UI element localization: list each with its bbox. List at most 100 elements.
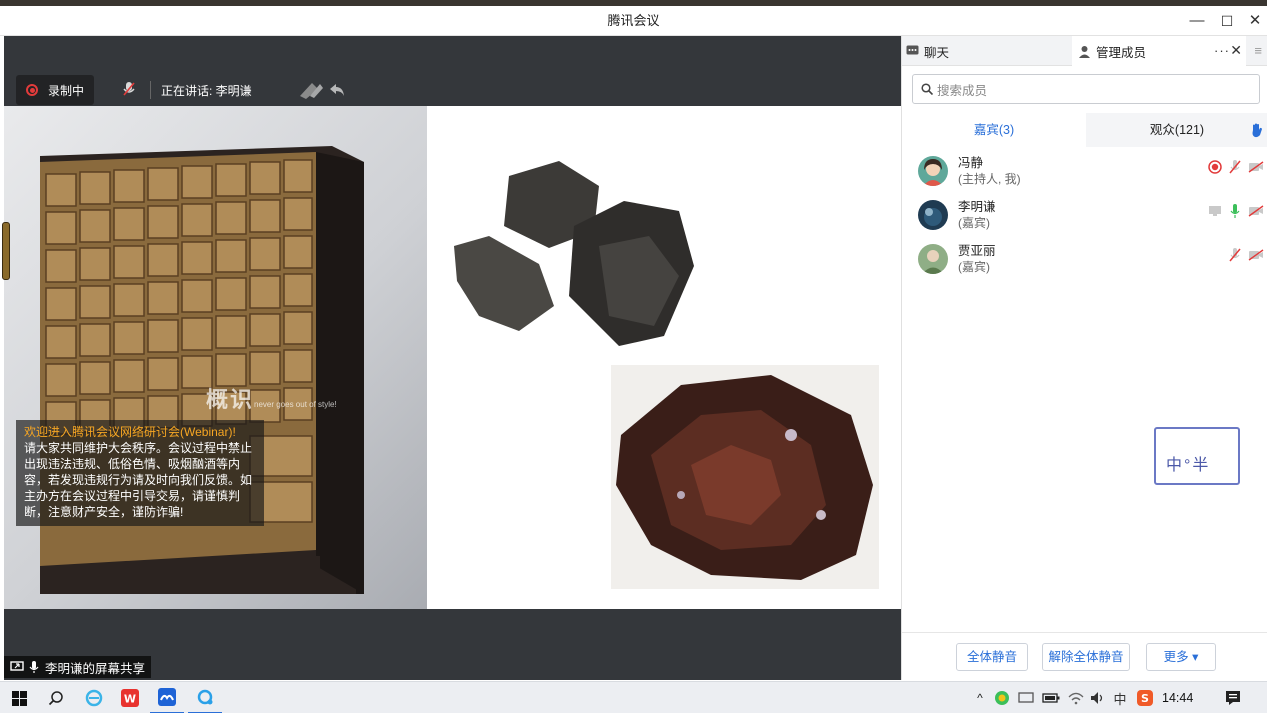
ie-browser-icon <box>85 689 103 707</box>
ime-floating-toolbar[interactable]: 中°半 <box>1154 427 1240 485</box>
webinar-notice: 欢迎进入腾讯会议网络研讨会(Webinar)! 请大家共同维护大会秩序。会议过程… <box>16 420 264 526</box>
avatar <box>918 200 948 230</box>
tray-wifi-icon[interactable] <box>1066 682 1086 713</box>
taskbar-ie-browser[interactable] <box>78 682 110 713</box>
taskbar-search-button[interactable] <box>40 682 72 713</box>
recording-label: 录制中 <box>48 83 85 98</box>
member-role: (嘉宾) <box>958 216 990 230</box>
members-panel: 聊天 管理成员 ··· ✕ ≡ 搜索成员 嘉宾(3) 观众(121) 冯静 (主… <box>901 36 1267 680</box>
member-row[interactable]: 冯静 (主持人, 我) <box>902 150 1267 194</box>
member-row[interactable]: 贾亚丽 (嘉宾) <box>902 238 1267 282</box>
tab-manage-members[interactable]: 管理成员 ··· ✕ <box>1072 36 1246 67</box>
tray-network-icon[interactable] <box>1016 682 1036 713</box>
tray-expand-icon[interactable]: ^ <box>972 682 988 713</box>
screen-share-status-icon <box>1208 205 1222 220</box>
notice-body: 请大家共同维护大会秩序。会议过程中禁止出现违法违规、低俗色情、吸烟酗酒等内容，若… <box>24 441 253 519</box>
divider <box>150 81 152 99</box>
search-placeholder: 搜索成员 <box>937 83 988 98</box>
wps-icon: W <box>121 689 139 707</box>
panel-tabs: 聊天 管理成员 ··· ✕ ≡ <box>902 36 1267 67</box>
screen-share-content: 概识 never goes out of style! 欢迎进入腾讯会议网络研讨… <box>4 106 901 609</box>
tencent-meeting-icon <box>158 688 176 706</box>
record-icon <box>26 84 38 96</box>
minimize-button[interactable]: — <box>1182 6 1212 36</box>
title-bar: 腾讯会议 — ☐ ✕ <box>0 6 1267 36</box>
screen-share-name: 李明谦的屏幕共享 <box>45 661 146 676</box>
raise-hand-icon[interactable] <box>1250 122 1264 141</box>
watermark-logo: 概识 <box>206 387 255 412</box>
svg-text:S: S <box>1141 692 1149 705</box>
resize-handle[interactable] <box>2 222 10 280</box>
person-icon <box>1078 45 1091 58</box>
medicine-cabinet-image <box>40 146 364 594</box>
member-subtabs: 嘉宾(3) 观众(121) <box>902 113 1267 147</box>
member-name: 李明谦 <box>958 200 996 214</box>
mic-muted-icon[interactable] <box>1228 247 1242 266</box>
mic-active-icon[interactable] <box>1228 203 1242 222</box>
close-panel-icon[interactable]: ✕ <box>1230 42 1242 59</box>
ime-status-text: 中°半 <box>1166 457 1211 474</box>
amber-rock-image <box>616 375 873 580</box>
member-name: 冯静 <box>958 156 984 170</box>
unmute-all-button[interactable]: 解除全体静音 <box>1042 643 1130 671</box>
chat-app-icon <box>197 689 213 705</box>
camera-off-icon[interactable] <box>1248 161 1264 176</box>
member-search-input[interactable]: 搜索成员 <box>912 74 1260 104</box>
screen-share-icon <box>10 661 24 671</box>
taskbar-wps-office[interactable]: W <box>114 682 146 713</box>
search-icon <box>48 691 63 706</box>
mic-muted-icon <box>122 81 136 100</box>
app-root: 腾讯会议 — ☐ ✕ 录制中 正在讲话: 李明谦 概识 never goes o… <box>0 0 1267 713</box>
start-button[interactable] <box>4 682 34 713</box>
maximize-button[interactable]: ☐ <box>1212 6 1242 36</box>
member-actions: 全体静音 解除全体静音 更多 ▾ <box>902 632 1267 680</box>
tray-volume-icon[interactable] <box>1088 682 1108 713</box>
window-title: 腾讯会议 <box>607 13 660 28</box>
tab-members-label: 管理成员 <box>1096 46 1147 60</box>
coal-rocks-image <box>454 161 694 346</box>
mic-muted-icon[interactable] <box>1228 159 1242 178</box>
tray-ime-indicator[interactable]: 中 <box>1110 682 1130 713</box>
camera-off-icon[interactable] <box>1248 205 1264 220</box>
video-stage: 录制中 正在讲话: 李明谦 概识 never goes out of style… <box>4 36 901 680</box>
camera-off-icon[interactable] <box>1248 249 1264 264</box>
member-status-icons <box>1208 159 1264 178</box>
more-options-icon[interactable]: ··· <box>1214 43 1230 58</box>
speaking-label: 正在讲话: 李明谦 <box>161 83 252 98</box>
taskbar-clock[interactable]: 14:44 <box>1162 682 1193 713</box>
recording-status-icon <box>1208 160 1222 177</box>
notice-title: 欢迎进入腾讯会议网络研讨会(Webinar)! <box>24 425 236 439</box>
recording-indicator[interactable]: 录制中 <box>16 75 95 105</box>
search-icon <box>921 83 933 95</box>
close-button[interactable]: ✕ <box>1240 6 1267 36</box>
amber-rock-photo <box>611 365 879 589</box>
taskbar-chat-app[interactable] <box>188 682 222 713</box>
annotation-tools[interactable] <box>298 80 346 100</box>
member-status-icons <box>1208 203 1264 222</box>
member-role: (主持人, 我) <box>958 172 1021 186</box>
tab-chat[interactable]: 聊天 <box>906 36 1072 66</box>
tab-guests[interactable]: 嘉宾(3) <box>902 113 1086 147</box>
mute-all-button[interactable]: 全体静音 <box>956 643 1028 671</box>
tray-battery-icon[interactable] <box>1040 682 1062 713</box>
tab-audience[interactable]: 观众(121) <box>1086 113 1267 147</box>
taskbar-tencent-meeting[interactable] <box>150 682 184 713</box>
avatar <box>918 156 948 186</box>
svg-text:W: W <box>124 693 136 706</box>
tray-sogou-icon[interactable]: S <box>1134 682 1156 713</box>
screen-share-label[interactable]: 李明谦的屏幕共享 <box>4 656 152 678</box>
cabinet-photo: 概识 never goes out of style! 欢迎进入腾讯会议网络研讨… <box>4 106 427 609</box>
panel-menu-icon[interactable]: ≡ <box>1254 43 1262 58</box>
more-button[interactable]: 更多 ▾ <box>1146 643 1216 671</box>
windows-icon <box>11 690 27 706</box>
member-role: (嘉宾) <box>958 260 990 274</box>
notification-center-icon[interactable] <box>1218 682 1248 713</box>
avatar <box>918 244 948 274</box>
mineral-photos <box>427 106 901 609</box>
tray-app-icon[interactable] <box>992 682 1012 713</box>
speaking-indicator: 正在讲话: 李明谦 <box>122 80 346 100</box>
undo-icon <box>329 84 344 96</box>
member-row[interactable]: 李明谦 (嘉宾) <box>902 194 1267 238</box>
tab-chat-label: 聊天 <box>924 45 950 60</box>
pen-icon <box>299 83 323 99</box>
